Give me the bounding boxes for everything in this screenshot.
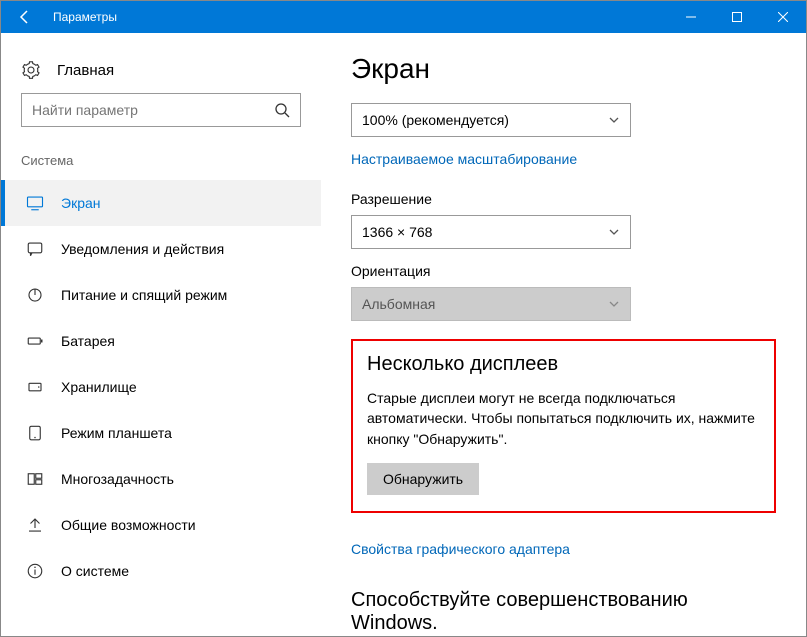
multi-displays-desc: Старые дисплеи могут не всегда подключат… [367, 388, 760, 449]
nav-item-multitasking[interactable]: Многозадачность [1, 456, 321, 502]
detect-button[interactable]: Обнаружить [367, 463, 479, 495]
nav-label: Питание и спящий режим [61, 287, 227, 303]
resolution-label: Разрешение [351, 191, 776, 207]
multiple-displays-section: Несколько дисплеев Старые дисплеи могут … [351, 339, 776, 513]
home-label: Главная [57, 62, 114, 79]
nav-list: Экран Уведомления и действия Питание и с… [1, 180, 321, 594]
display-icon [25, 194, 45, 212]
scale-dropdown[interactable]: 100% (рекомендуется) [351, 103, 631, 137]
nav-item-power[interactable]: Питание и спящий режим [1, 272, 321, 318]
scale-value: 100% (рекомендуется) [362, 112, 509, 128]
minimize-button[interactable] [668, 1, 714, 33]
chevron-down-icon [608, 298, 620, 310]
nav-item-battery[interactable]: Батарея [1, 318, 321, 364]
gear-icon [21, 61, 41, 79]
search-field[interactable] [32, 102, 274, 118]
multi-displays-heading: Несколько дисплеев [367, 353, 760, 376]
orientation-value: Альбомная [362, 296, 435, 312]
chevron-down-icon [608, 114, 620, 126]
main-panel: Экран 100% (рекомендуется) Настраиваемое… [321, 33, 806, 636]
back-button[interactable] [1, 1, 49, 33]
search-icon [274, 102, 290, 118]
storage-icon [25, 378, 45, 396]
close-button[interactable] [760, 1, 806, 33]
section-label: Система [1, 147, 321, 180]
nav-label: Общие возможности [61, 517, 196, 533]
nav-item-about[interactable]: О системе [1, 548, 321, 594]
nav-item-storage[interactable]: Хранилище [1, 364, 321, 410]
nav-label: Батарея [61, 333, 115, 349]
nav-label: О системе [61, 563, 129, 579]
share-icon [25, 516, 45, 534]
page-title: Экран [351, 53, 776, 85]
orientation-label: Ориентация [351, 263, 776, 279]
titlebar: Параметры [1, 1, 806, 33]
nav-label: Режим планшета [61, 425, 172, 441]
nav-item-display[interactable]: Экран [1, 180, 321, 226]
home-button[interactable]: Главная [1, 53, 321, 93]
nav-label: Многозадачность [61, 471, 174, 487]
info-icon [25, 562, 45, 580]
custom-scaling-link[interactable]: Настраиваемое масштабирование [351, 151, 577, 167]
orientation-dropdown: Альбомная [351, 287, 631, 321]
power-icon [25, 286, 45, 304]
chat-icon [25, 240, 45, 258]
maximize-button[interactable] [714, 1, 760, 33]
nav-label: Уведомления и действия [61, 241, 224, 257]
chevron-down-icon [608, 226, 620, 238]
window-controls [668, 1, 806, 33]
nav-label: Экран [61, 195, 101, 211]
nav-item-tablet[interactable]: Режим планшета [1, 410, 321, 456]
sidebar: Главная Система Экран Уведомления и дейс… [1, 33, 321, 636]
adapter-properties-link[interactable]: Свойства графического адаптера [351, 541, 570, 557]
nav-label: Хранилище [61, 379, 137, 395]
search-input[interactable] [21, 93, 301, 127]
tablet-icon [25, 424, 45, 442]
battery-icon [25, 332, 45, 350]
window-title: Параметры [49, 10, 668, 24]
resolution-value: 1366 × 768 [362, 224, 432, 240]
feedback-heading: Способствуйте совершенствованию Windows. [351, 589, 776, 635]
resolution-dropdown[interactable]: 1366 × 768 [351, 215, 631, 249]
nav-item-notifications[interactable]: Уведомления и действия [1, 226, 321, 272]
nav-item-shared[interactable]: Общие возможности [1, 502, 321, 548]
multitask-icon [25, 470, 45, 488]
